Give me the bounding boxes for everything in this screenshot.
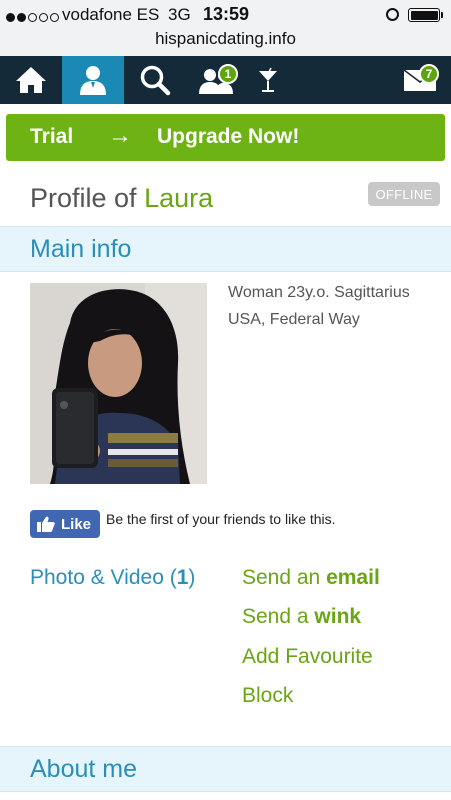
nav-contacts[interactable]: 1 [186,56,248,104]
profile-icon [80,66,106,95]
carrier-name: vodafone ES [62,5,160,24]
trial-label: Trial [30,125,74,148]
thumbs-up-icon [37,516,55,532]
photo-video-label: Photo & Video ( [30,566,177,589]
search-icon [140,65,171,96]
add-favourite-link[interactable]: Add Favourite [242,645,373,669]
block-link[interactable]: Block [242,684,293,708]
top-nav: 1 7 [0,56,451,104]
upgrade-now-link[interactable]: Upgrade Now! [157,125,299,149]
profile-name: Laura [144,183,214,213]
profile-photo[interactable] [30,283,207,484]
send-wink-bold: wink [314,605,362,628]
arrow-icon: → [108,122,132,149]
main-info-title: Main info [30,235,132,263]
about-me-header: About me [0,746,451,792]
profile-photo-image [30,283,207,484]
main-info-header: Main info [0,226,451,272]
send-email-link[interactable]: Send an email [242,566,380,590]
battery-icon [408,8,443,22]
nav-profile[interactable] [62,56,124,104]
status-badge: OFFLINE [368,182,440,206]
photo-video-suffix: ) [188,566,196,589]
about-me-title: About me [30,755,138,783]
messages-badge: 7 [419,64,439,84]
page-title: Profile of Laura [30,183,213,214]
contacts-badge: 1 [218,64,238,84]
signal-strength-icon [6,9,61,27]
send-wink-link[interactable]: Send a wink [242,605,361,629]
nav-search[interactable] [124,56,186,104]
profile-basic-info: Woman 23y.o. Sagittarius [228,284,410,301]
upgrade-banner[interactable]: Trial → Upgrade Now! [6,114,445,161]
send-email-bold: email [326,566,380,589]
like-label: Like [61,515,92,533]
send-email-prefix: Send an [242,566,327,589]
nav-home[interactable] [0,56,62,104]
cocktail-icon [259,67,277,92]
clock: 13:59 [203,4,250,24]
home-icon [16,67,46,93]
address-bar-url[interactable]: hispanicdating.info [0,29,451,49]
nav-messages[interactable]: 7 [389,56,451,104]
facebook-like-button[interactable]: Like [30,510,100,538]
like-description: Be the first of your friends to like thi… [106,511,336,527]
send-wink-prefix: Send a [242,605,315,628]
profile-location: USA, Federal Way [228,311,360,328]
photo-video-count: 1 [176,566,189,589]
title-prefix: Profile of [30,183,145,213]
network-type: 3G [168,5,191,24]
photo-video-link[interactable]: Photo & Video (1) [30,566,195,590]
nav-cocktail[interactable] [240,56,296,104]
alarm-icon [386,8,399,21]
status-bar: vodafone ES 3G 13:59 hispanicdating.info [0,0,451,56]
